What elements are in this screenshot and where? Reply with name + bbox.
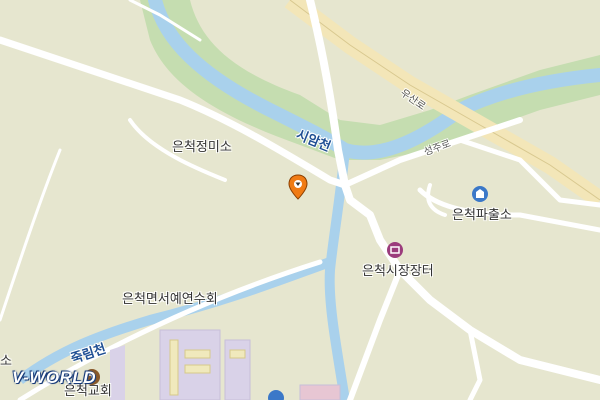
market-icon[interactable] bbox=[387, 242, 403, 258]
map-canvas[interactable]: 은척정미소 은척파출소 은척시장장터 은척면서예연수회 은척교회 소 시암천 죽… bbox=[0, 0, 600, 400]
police-icon[interactable] bbox=[472, 186, 488, 202]
label-market[interactable]: 은척시장장터 bbox=[362, 260, 434, 279]
vworld-logo: V-WORLD bbox=[12, 368, 97, 387]
label-township-association[interactable]: 은척면서예연수회 bbox=[122, 288, 218, 307]
label-eunchuk-jeongmiso[interactable]: 은척정미소 bbox=[172, 136, 232, 155]
school-icon[interactable] bbox=[268, 390, 284, 400]
label-left-edge: 소 bbox=[0, 354, 12, 369]
location-pin-icon[interactable] bbox=[288, 174, 308, 200]
label-police-box[interactable]: 은척파출소 bbox=[452, 204, 512, 223]
